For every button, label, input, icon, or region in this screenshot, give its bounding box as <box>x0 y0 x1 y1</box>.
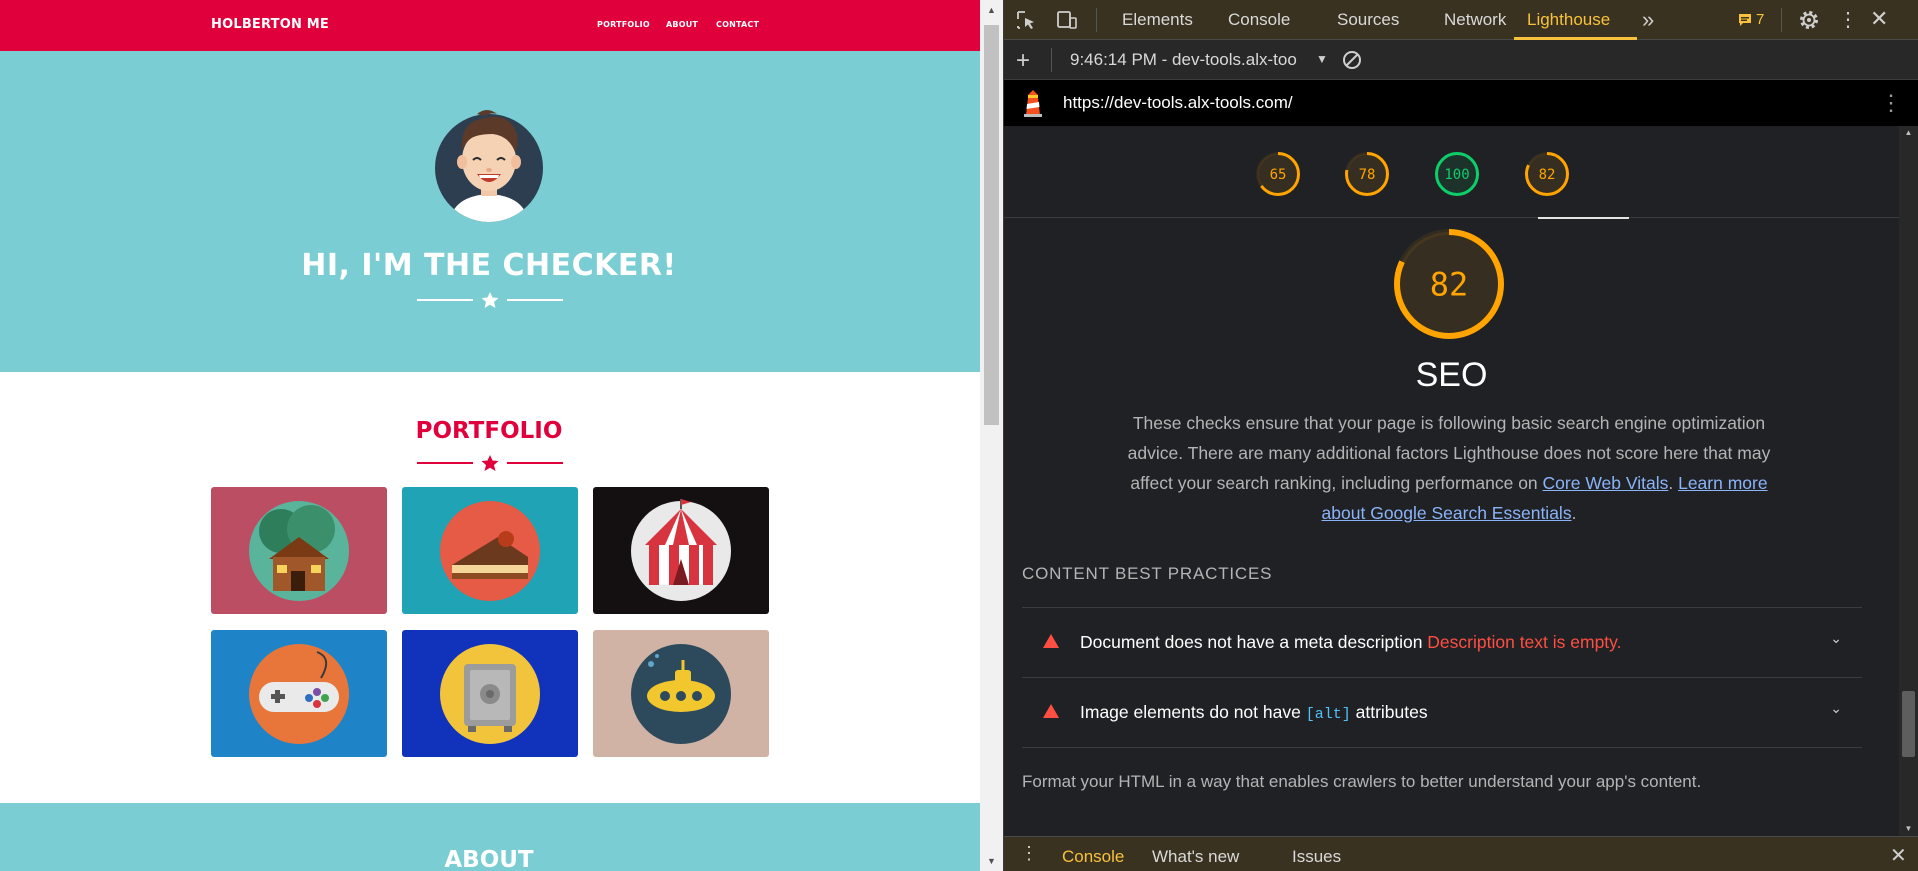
audit-title-text: Image elements do not have <box>1080 702 1301 722</box>
cake-icon <box>440 501 540 601</box>
cabin-icon <box>249 501 349 601</box>
issues-count[interactable]: 7 <box>1756 11 1764 28</box>
audit-title: Image elements do not have [alt] attribu… <box>1080 702 1428 723</box>
group-description: Format your HTML in a way that enables c… <box>1022 772 1702 791</box>
website-viewport: HOLBERTON ME PORTFOLIO ABOUT CONTACT HI,… <box>0 0 980 871</box>
scroll-down-arrow-icon[interactable]: ▼ <box>980 851 1003 871</box>
drawer-tabbar: ⋮ Console What's new Issues ✕ <box>1004 836 1918 871</box>
report-scrollbar-thumb[interactable] <box>1902 691 1915 757</box>
portfolio-item-safe[interactable] <box>402 630 578 757</box>
submarine-icon <box>631 644 731 744</box>
expand-chevron-icon[interactable]: ⌄ <box>1830 700 1842 717</box>
gauge-score-text: 82 <box>1539 167 1556 183</box>
page-scrollbar-thumb[interactable] <box>984 25 999 425</box>
description-end: . <box>1571 503 1577 523</box>
tab-console[interactable]: Console <box>1228 10 1290 30</box>
scroll-up-arrow-icon[interactable]: ▲ <box>980 0 1003 20</box>
lighthouse-toolbar: + 9:46:14 PM - dev-tools.alx-too ▼ <box>1004 40 1918 80</box>
gauge-score-text: 65 <box>1270 167 1287 183</box>
report-menu-icon[interactable]: ⋮ <box>1880 90 1902 116</box>
description-separator: . <box>1668 473 1679 493</box>
settings-gear-icon[interactable] <box>1798 9 1820 31</box>
hero-divider <box>417 292 563 308</box>
audited-url: https://dev-tools.alx-tools.com/ <box>1063 93 1293 112</box>
drawer-tab-console[interactable]: Console <box>1062 847 1124 867</box>
score-gauge-seo[interactable]: 82 <box>1524 151 1570 197</box>
devtools-panel: Elements Console Sources Network Lightho… <box>1004 0 1918 871</box>
star-icon <box>481 455 499 471</box>
portfolio-title: PORTFOLIO <box>415 418 563 444</box>
score-gauges-row: 65 78 100 82 <box>1004 126 1899 219</box>
fail-triangle-icon <box>1043 634 1059 648</box>
portfolio-item-submarine[interactable] <box>593 630 769 757</box>
score-gauge-accessibility[interactable]: 78 <box>1344 151 1390 197</box>
selected-gauge-indicator <box>1538 217 1629 219</box>
close-devtools-icon[interactable]: ✕ <box>1870 6 1888 32</box>
device-toolbar-icon[interactable] <box>1056 10 1078 30</box>
audit-title: Document does not have a meta descriptio… <box>1080 632 1621 653</box>
expand-chevron-icon[interactable]: ⌄ <box>1830 630 1842 647</box>
site-brand[interactable]: HOLBERTON ME <box>211 17 329 32</box>
tab-network[interactable]: Network <box>1444 10 1506 30</box>
nav-link-contact[interactable]: CONTACT <box>716 20 759 29</box>
report-scrollbar[interactable]: ▲ ▼ <box>1899 126 1918 836</box>
site-navbar: HOLBERTON ME PORTFOLIO ABOUT CONTACT <box>0 0 980 51</box>
nav-link-about[interactable]: ABOUT <box>666 20 698 29</box>
score-gauge-performance[interactable]: 65 <box>1255 151 1301 197</box>
more-options-icon[interactable]: ⋮ <box>1838 7 1858 32</box>
clear-reports-icon[interactable] <box>1341 49 1363 71</box>
devtools-tabbar: Elements Console Sources Network Lightho… <box>1004 0 1918 40</box>
more-tabs-chevron-icon[interactable]: » <box>1642 7 1654 33</box>
gauge-score-text: 78 <box>1359 167 1376 183</box>
portfolio-item-cabin[interactable] <box>211 487 387 614</box>
audit-divider <box>1022 747 1862 748</box>
portfolio-item-circus[interactable] <box>593 487 769 614</box>
page-scrollbar[interactable]: ▲ ▼ <box>980 0 1003 871</box>
about-title: ABOUT <box>444 847 534 871</box>
gauge-score-text: 82 <box>1430 266 1469 304</box>
drawer-menu-icon[interactable]: ⋮ <box>1020 843 1038 864</box>
lighthouse-report: 65 78 100 82 82 SEO These checks ensure … <box>1004 126 1899 836</box>
audit-title-text: Document does not have a meta descriptio… <box>1080 632 1423 652</box>
group-title: CONTENT BEST PRACTICES <box>1022 564 1273 583</box>
portfolio-item-cake[interactable] <box>402 487 578 614</box>
nav-link-portfolio[interactable]: PORTFOLIO <box>597 20 650 29</box>
score-gauge-best-practices[interactable]: 100 <box>1434 151 1480 197</box>
inspect-element-icon[interactable] <box>1016 10 1038 30</box>
core-web-vitals-link[interactable]: Core Web Vitals <box>1543 473 1669 493</box>
audit-title-text-end: attributes <box>1355 702 1428 722</box>
lighthouse-logo-icon <box>1024 90 1042 117</box>
scroll-down-arrow-icon[interactable]: ▼ <box>1899 822 1918 836</box>
close-drawer-icon[interactable]: ✕ <box>1890 843 1907 868</box>
lighthouse-url-bar: https://dev-tools.alx-tools.com/ ⋮ <box>1004 80 1918 126</box>
portfolio-item-game-controller[interactable] <box>211 630 387 757</box>
circus-tent-icon <box>631 499 731 601</box>
tab-lighthouse[interactable]: Lighthouse <box>1527 10 1610 30</box>
avatar <box>435 110 543 222</box>
fail-triangle-icon <box>1043 704 1059 718</box>
hero-title: HI, I'M THE CHECKER! <box>301 248 677 283</box>
star-icon <box>481 292 499 308</box>
safe-icon <box>440 644 540 744</box>
portfolio-divider <box>417 455 563 471</box>
report-selector[interactable]: 9:46:14 PM - dev-tools.alx-too <box>1070 50 1297 70</box>
gauge-score-text: 100 <box>1444 167 1469 183</box>
audit-meta-description[interactable]: Document does not have a meta descriptio… <box>1022 607 1862 677</box>
scroll-up-arrow-icon[interactable]: ▲ <box>1899 126 1918 140</box>
audit-code-attribute: [alt] <box>1305 706 1351 723</box>
audit-display-value: Description text is empty. <box>1427 632 1622 652</box>
tab-elements[interactable]: Elements <box>1122 10 1193 30</box>
game-controller-icon <box>249 644 349 744</box>
category-description: These checks ensure that your page is fo… <box>1124 408 1774 528</box>
drawer-tab-issues[interactable]: Issues <box>1292 847 1341 867</box>
tab-sources[interactable]: Sources <box>1337 10 1399 30</box>
issues-message-icon[interactable] <box>1738 13 1752 27</box>
category-title: SEO <box>1415 356 1488 394</box>
report-dropdown-icon[interactable]: ▼ <box>1316 52 1328 66</box>
new-report-plus-icon[interactable]: + <box>1016 47 1030 75</box>
drawer-tab-whats-new[interactable]: What's new <box>1152 847 1239 867</box>
category-score-gauge: 82 <box>1394 229 1504 339</box>
audit-image-alt[interactable]: Image elements do not have [alt] attribu… <box>1022 677 1862 747</box>
